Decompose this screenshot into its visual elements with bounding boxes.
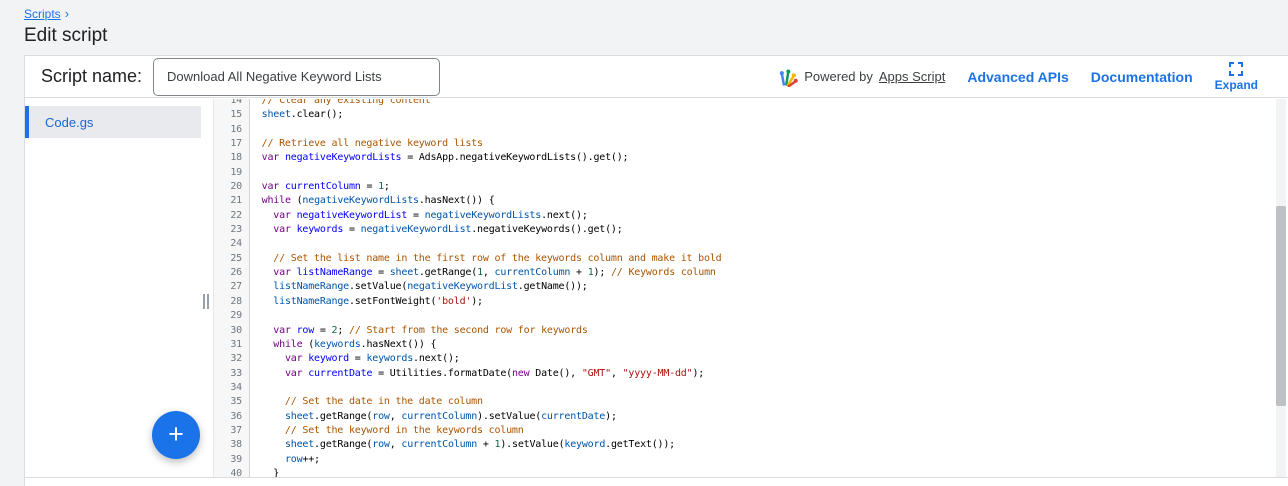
editor-card: Script name: Powered by Apps Sc: [24, 55, 1288, 486]
code-line: sheet.getRange(row, currentColumn + 1).s…: [250, 438, 1276, 452]
line-number: 18: [214, 151, 249, 165]
code-line: var negativeKeywordList = negativeKeywor…: [250, 209, 1276, 223]
line-number: 20: [214, 180, 249, 194]
scrollbar-thumb[interactable]: [1276, 206, 1286, 406]
card-footer: [25, 479, 1288, 486]
expand-label: Expand: [1215, 78, 1258, 92]
line-number: 25: [214, 252, 249, 266]
code-line: sheet.clear();: [250, 108, 1276, 122]
page-title: Edit script: [24, 25, 107, 47]
line-number: 15: [214, 108, 249, 122]
code-line: // Set the list name in the first row of…: [250, 252, 1276, 266]
powered-by: Powered by Apps Script: [778, 67, 945, 87]
line-number: 23: [214, 223, 249, 237]
header-actions: Powered by Apps Script Advanced APIs Doc…: [778, 62, 1288, 92]
breadcrumb-chevron-icon: ›: [65, 6, 69, 21]
code-line: [250, 309, 1276, 323]
code-line: sheet.getRange(row, currentColumn).setVa…: [250, 410, 1276, 424]
line-number: 19: [214, 166, 249, 180]
code-line: row++;: [250, 453, 1276, 467]
card-header: Script name: Powered by Apps Sc: [25, 56, 1288, 98]
advanced-apis-link[interactable]: Advanced APIs: [967, 69, 1068, 85]
line-number: 24: [214, 237, 249, 251]
code-line: // Clear any existing content: [250, 99, 1276, 108]
line-number: 28: [214, 295, 249, 309]
sidebar-item-code-gs[interactable]: Code.gs: [25, 106, 201, 138]
expand-button[interactable]: Expand: [1215, 62, 1258, 92]
apps-script-link[interactable]: Apps Script: [879, 69, 945, 84]
code-line: while (keywords.hasNext()) {: [250, 338, 1276, 352]
code-line: listNameRange.setValue(negativeKeywordLi…: [250, 280, 1276, 294]
code-editor[interactable]: 1415161718192021222324252627282930313233…: [213, 99, 1276, 477]
code-line: var currentColumn = 1;: [250, 180, 1276, 194]
code-content: // Clear any existing content sheet.clea…: [250, 99, 1276, 477]
line-number: 27: [214, 280, 249, 294]
line-number: 36: [214, 410, 249, 424]
line-number: 22: [214, 209, 249, 223]
code-line: // Set the keyword in the keywords colum…: [250, 424, 1276, 438]
line-number: 14: [214, 99, 249, 108]
code-line: var row = 2; // Start from the second ro…: [250, 324, 1276, 338]
line-number: 32: [214, 352, 249, 366]
code-line: [250, 123, 1276, 137]
file-name-label: Code.gs: [45, 115, 93, 130]
code-line: // Retrieve all negative keyword lists: [250, 137, 1276, 151]
code-line: while (negativeKeywordLists.hasNext()) {: [250, 194, 1276, 208]
line-number: 31: [214, 338, 249, 352]
script-name-label: Script name:: [41, 66, 142, 87]
expand-icon: [1229, 62, 1243, 76]
code-line: [250, 381, 1276, 395]
apps-script-logo-icon: [778, 67, 798, 87]
line-number: 17: [214, 137, 249, 151]
editor-area: Code.gs 14151617181920212223242526272829…: [25, 99, 1288, 478]
documentation-link[interactable]: Documentation: [1091, 69, 1193, 85]
editor-scrollbar[interactable]: [1276, 99, 1286, 477]
line-number: 35: [214, 395, 249, 409]
breadcrumb-link-scripts[interactable]: Scripts: [24, 7, 61, 21]
code-line: var keywords = negativeKeywordList.negat…: [250, 223, 1276, 237]
code-line: listNameRange.setFontWeight('bold');: [250, 295, 1276, 309]
breadcrumb: Scripts ›: [24, 6, 69, 21]
code-line: var keyword = keywords.next();: [250, 352, 1276, 366]
line-number: 38: [214, 438, 249, 452]
line-number: 39: [214, 453, 249, 467]
code-line: }: [250, 467, 1276, 477]
code-line: [250, 166, 1276, 180]
line-number: 37: [214, 424, 249, 438]
sidebar-resize-handle[interactable]: [203, 294, 209, 309]
code-line: // Set the date in the date column: [250, 395, 1276, 409]
code-pane[interactable]: // Clear any existing content sheet.clea…: [250, 99, 1276, 477]
code-line: [250, 237, 1276, 251]
line-number: 21: [214, 194, 249, 208]
add-script-fab[interactable]: +: [152, 411, 200, 459]
line-number: 30: [214, 324, 249, 338]
script-name-input[interactable]: [153, 58, 440, 96]
line-number-gutter: 1415161718192021222324252627282930313233…: [214, 99, 250, 477]
line-numbers: 1415161718192021222324252627282930313233…: [214, 99, 249, 477]
line-number: 34: [214, 381, 249, 395]
line-number: 33: [214, 367, 249, 381]
line-number: 40: [214, 467, 249, 477]
line-number: 16: [214, 123, 249, 137]
powered-by-label: Powered by: [804, 69, 873, 84]
code-line: var listNameRange = sheet.getRange(1, cu…: [250, 266, 1276, 280]
line-number: 29: [214, 309, 249, 323]
code-line: var currentDate = Utilities.formatDate(n…: [250, 367, 1276, 381]
plus-icon: +: [168, 421, 184, 448]
line-number: 26: [214, 266, 249, 280]
code-line: var negativeKeywordLists = AdsApp.negati…: [250, 151, 1276, 165]
